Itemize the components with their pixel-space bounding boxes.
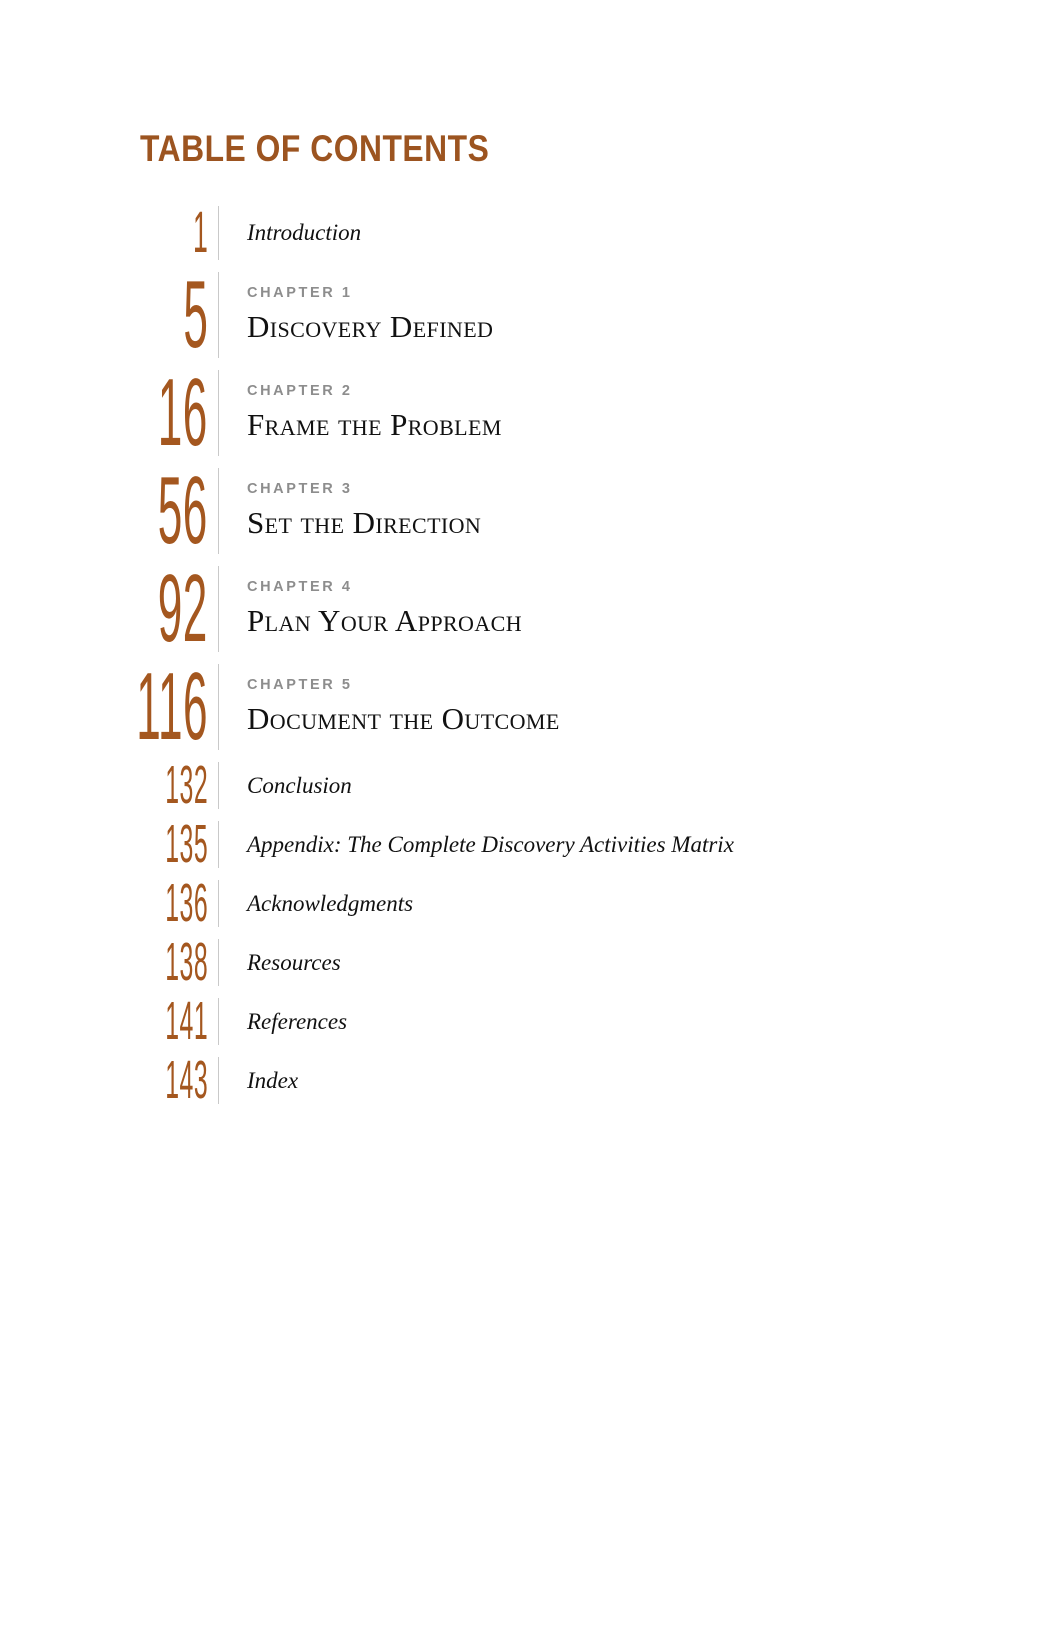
toc-entry-row[interactable]: 143 Index bbox=[140, 1051, 1000, 1110]
toc-entry-row[interactable]: 135 Appendix: The Complete Discovery Acti… bbox=[140, 815, 1000, 874]
entry-text-column: Index bbox=[219, 1051, 1000, 1110]
chapter-title[interactable]: Document the Outcome bbox=[247, 702, 1000, 736]
page-number-column: 92 bbox=[140, 560, 218, 658]
page-number-column: 135 bbox=[140, 815, 218, 874]
entry-title[interactable]: Acknowledgments bbox=[247, 890, 1000, 918]
page-number: 143 bbox=[165, 1049, 208, 1110]
chapter-label: CHAPTER 1 bbox=[247, 285, 353, 302]
toc-chapter-row[interactable]: 116 CHAPTER 5 Document the Outcome bbox=[136, 658, 1000, 756]
page-number-column: 132 bbox=[140, 756, 218, 815]
chapter-label: CHAPTER 2 bbox=[247, 383, 353, 400]
page-number: 138 bbox=[165, 931, 208, 992]
chapter-title[interactable]: Discovery Defined bbox=[247, 310, 1000, 344]
page-number: 16 bbox=[157, 358, 208, 466]
page-number: 92 bbox=[157, 554, 208, 662]
page-number: 5 bbox=[182, 260, 208, 368]
page-number: 132 bbox=[165, 754, 208, 815]
entry-text-column: CHAPTER 4 Plan Your Approach bbox=[219, 560, 1000, 658]
toc-entry-row[interactable]: 138 Resources bbox=[140, 933, 1000, 992]
page-number-column: 136 bbox=[140, 874, 218, 933]
toc-chapter-row[interactable]: 5 CHAPTER 1 Discovery Defined bbox=[140, 266, 1000, 364]
entry-text-column: CHAPTER 3 Set the Direction bbox=[219, 462, 1000, 560]
page-title: TABLE OF CONTENTS bbox=[140, 128, 490, 169]
page-number-column: 138 bbox=[140, 933, 218, 992]
page-number-column: 141 bbox=[140, 992, 218, 1051]
page-number: 56 bbox=[157, 456, 208, 564]
page-number-column: 116 bbox=[136, 658, 218, 756]
page-number: 141 bbox=[165, 990, 208, 1051]
toc-page: TABLE OF CONTENTS 1 Introduction 5 CHAPTER … bbox=[0, 0, 1062, 1644]
chapter-title[interactable]: Plan Your Approach bbox=[247, 604, 1000, 638]
entry-text-column: Conclusion bbox=[219, 756, 1000, 815]
entry-text-column: References bbox=[219, 992, 1000, 1051]
toc-entry-list: 1 Introduction 5 CHAPTER 1 Discovery Defined… bbox=[136, 200, 1000, 1110]
entry-text-column: CHAPTER 1 Discovery Defined bbox=[219, 266, 1000, 364]
toc-entry-row[interactable]: 141 References bbox=[140, 992, 1000, 1051]
chapter-label: CHAPTER 4 bbox=[247, 579, 353, 596]
entry-text-column: Acknowledgments bbox=[219, 874, 1000, 933]
entry-text-column: Appendix: The Complete Discovery Activit… bbox=[219, 815, 1000, 874]
chapter-label: CHAPTER 5 bbox=[247, 677, 353, 694]
page-number-column: 1 bbox=[140, 200, 218, 266]
page-number: 1 bbox=[192, 200, 208, 266]
entry-text-column: Resources bbox=[219, 933, 1000, 992]
toc-entry-row[interactable]: 1 Introduction bbox=[140, 200, 1000, 266]
entry-title[interactable]: Index bbox=[247, 1067, 1000, 1095]
page-number: 136 bbox=[165, 872, 208, 933]
entry-text-column: Introduction bbox=[219, 200, 1000, 266]
entry-text-column: CHAPTER 5 Document the Outcome bbox=[219, 658, 1000, 756]
page-number: 116 bbox=[136, 652, 208, 760]
chapter-title[interactable]: Frame the Problem bbox=[247, 408, 1000, 442]
entry-title[interactable]: References bbox=[247, 1008, 1000, 1036]
page-number-column: 143 bbox=[140, 1051, 218, 1110]
entry-text-column: CHAPTER 2 Frame the Problem bbox=[219, 364, 1000, 462]
chapter-label: CHAPTER 3 bbox=[247, 481, 353, 498]
page-number-column: 16 bbox=[140, 364, 218, 462]
toc-entry-row[interactable]: 136 Acknowledgments bbox=[140, 874, 1000, 933]
entry-title[interactable]: Introduction bbox=[247, 219, 1000, 247]
chapter-title[interactable]: Set the Direction bbox=[247, 506, 1000, 540]
toc-chapter-row[interactable]: 16 CHAPTER 2 Frame the Problem bbox=[140, 364, 1000, 462]
page-number: 135 bbox=[165, 813, 208, 874]
page-number-column: 56 bbox=[140, 462, 218, 560]
entry-title[interactable]: Resources bbox=[247, 949, 1000, 977]
toc-chapter-row[interactable]: 92 CHAPTER 4 Plan Your Approach bbox=[140, 560, 1000, 658]
toc-chapter-row[interactable]: 56 CHAPTER 3 Set the Direction bbox=[140, 462, 1000, 560]
page-number-column: 5 bbox=[140, 266, 218, 364]
entry-title[interactable]: Appendix: The Complete Discovery Activit… bbox=[247, 831, 1000, 859]
entry-title[interactable]: Conclusion bbox=[247, 772, 1000, 800]
toc-entry-row[interactable]: 132 Conclusion bbox=[140, 756, 1000, 815]
